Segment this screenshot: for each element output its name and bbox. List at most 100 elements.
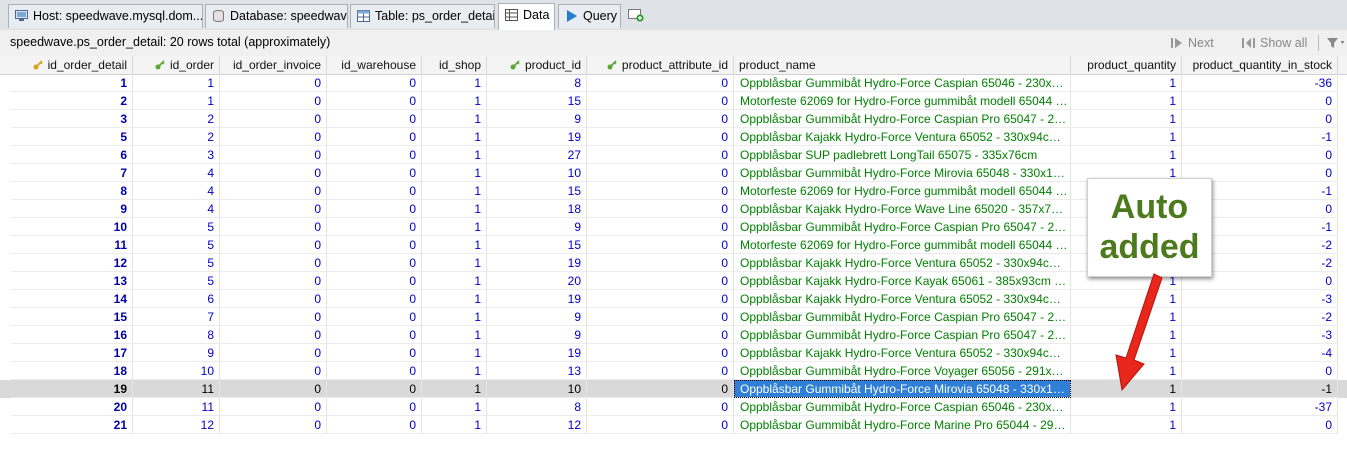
col-id-order-detail-header[interactable]: id_order_detail [11, 56, 133, 74]
product-id-cell[interactable]: 8 [487, 398, 587, 416]
id-order-cell[interactable]: 12 [133, 416, 220, 434]
product-id-cell[interactable]: 19 [487, 128, 587, 146]
id-order-cell[interactable]: 1 [133, 74, 220, 92]
id-order-detail-cell[interactable]: 20 [11, 398, 133, 416]
col-id-warehouse-header[interactable]: id_warehouse [327, 56, 422, 74]
product-quantity-in-stock-cell[interactable]: -36 [1182, 74, 1338, 92]
product-attribute-id-cell[interactable]: 0 [587, 200, 734, 218]
product-id-cell[interactable]: 13 [487, 362, 587, 380]
id-shop-cell[interactable]: 1 [422, 380, 487, 398]
id-order-cell[interactable]: 11 [133, 398, 220, 416]
product-attribute-id-cell[interactable]: 0 [587, 164, 734, 182]
id-shop-cell[interactable]: 1 [422, 146, 487, 164]
id-warehouse-cell[interactable]: 0 [327, 272, 422, 290]
show-all-button[interactable]: Show all [1242, 33, 1307, 53]
id-order-detail-cell[interactable]: 13 [11, 272, 133, 290]
table-row[interactable]: 2 1 0 0 1 15 0 Motorfeste 62069 for Hydro-Force… [0, 92, 1347, 110]
table-row[interactable]: 6 3 0 0 1 27 0 Oppblåsbar SUP padlebrett LongTa… [0, 146, 1347, 164]
product-name-cell[interactable]: Oppblåsbar Gummibåt Hydro-Force Mirovia … [734, 380, 1071, 398]
id-order-cell[interactable]: 3 [133, 146, 220, 164]
id-order-invoice-cell[interactable]: 0 [220, 164, 327, 182]
product-attribute-id-cell[interactable]: 0 [587, 146, 734, 164]
table-row[interactable]: 3 2 0 0 1 9 0 Oppblåsbar Gummibåt Hydro-Force C… [0, 110, 1347, 128]
product-name-cell[interactable]: Oppblåsbar Kajakk Hydro-Force Kayak 6506… [734, 272, 1071, 290]
id-warehouse-cell[interactable]: 0 [327, 146, 422, 164]
id-warehouse-cell[interactable]: 0 [327, 308, 422, 326]
id-shop-cell[interactable]: 1 [422, 74, 487, 92]
product-name-cell[interactable]: Motorfeste 62069 for Hydro-Force gummibå… [734, 92, 1071, 110]
id-order-cell[interactable]: 5 [133, 218, 220, 236]
id-order-invoice-cell[interactable]: 0 [220, 272, 327, 290]
product-attribute-id-cell[interactable]: 0 [587, 74, 734, 92]
id-order-invoice-cell[interactable]: 0 [220, 398, 327, 416]
col-id-order-invoice-header[interactable]: id_order_invoice [220, 56, 327, 74]
id-order-invoice-cell[interactable]: 0 [220, 92, 327, 110]
id-order-cell[interactable]: 5 [133, 254, 220, 272]
tab-data[interactable]: Data [498, 3, 555, 30]
id-warehouse-cell[interactable]: 0 [327, 92, 422, 110]
id-shop-cell[interactable]: 1 [422, 308, 487, 326]
product-id-cell[interactable]: 8 [487, 74, 587, 92]
id-order-cell[interactable]: 11 [133, 380, 220, 398]
id-order-invoice-cell[interactable]: 0 [220, 218, 327, 236]
id-order-detail-cell[interactable]: 14 [11, 290, 133, 308]
id-order-detail-cell[interactable]: 11 [11, 236, 133, 254]
product-id-cell[interactable]: 9 [487, 326, 587, 344]
id-order-detail-cell[interactable]: 19 [11, 380, 133, 398]
id-order-detail-cell[interactable]: 16 [11, 326, 133, 344]
col-product-attribute-id-header[interactable]: product_attribute_id [587, 56, 734, 74]
id-warehouse-cell[interactable]: 0 [327, 416, 422, 434]
product-name-cell[interactable]: Oppblåsbar Gummibåt Hydro-Force Caspian … [734, 110, 1071, 128]
id-warehouse-cell[interactable]: 0 [327, 164, 422, 182]
product-attribute-id-cell[interactable]: 0 [587, 308, 734, 326]
product-id-cell[interactable]: 15 [487, 92, 587, 110]
id-order-cell[interactable]: 2 [133, 110, 220, 128]
product-attribute-id-cell[interactable]: 0 [587, 110, 734, 128]
product-quantity-cell[interactable]: 1 [1071, 398, 1182, 416]
product-name-cell[interactable]: Oppblåsbar Gummibåt Hydro-Force Caspian … [734, 398, 1071, 416]
product-attribute-id-cell[interactable]: 0 [587, 92, 734, 110]
id-order-cell[interactable]: 9 [133, 344, 220, 362]
id-order-detail-cell[interactable]: 3 [11, 110, 133, 128]
id-order-cell[interactable]: 1 [133, 92, 220, 110]
product-name-cell[interactable]: Oppblåsbar Gummibåt Hydro-Force Caspian … [734, 326, 1071, 344]
id-order-cell[interactable]: 5 [133, 236, 220, 254]
id-warehouse-cell[interactable]: 0 [327, 380, 422, 398]
product-name-cell[interactable]: Oppblåsbar Gummibåt Hydro-Force Caspian … [734, 218, 1071, 236]
id-order-invoice-cell[interactable]: 0 [220, 290, 327, 308]
product-quantity-in-stock-cell[interactable]: -37 [1182, 398, 1338, 416]
id-shop-cell[interactable]: 1 [422, 200, 487, 218]
product-quantity-in-stock-cell[interactable]: 0 [1182, 146, 1338, 164]
product-quantity-cell[interactable]: 1 [1071, 146, 1182, 164]
product-attribute-id-cell[interactable]: 0 [587, 380, 734, 398]
product-quantity-in-stock-cell[interactable]: -3 [1182, 290, 1338, 308]
id-order-invoice-cell[interactable]: 0 [220, 236, 327, 254]
id-order-cell[interactable]: 6 [133, 290, 220, 308]
product-name-cell[interactable]: Oppblåsbar Kajakk Hydro-Force Ventura 65… [734, 254, 1071, 272]
id-warehouse-cell[interactable]: 0 [327, 218, 422, 236]
tab-host[interactable]: Host: speedwave.mysql.dom... [8, 4, 203, 28]
product-quantity-in-stock-cell[interactable]: -1 [1182, 128, 1338, 146]
id-warehouse-cell[interactable]: 0 [327, 254, 422, 272]
product-name-cell[interactable]: Oppblåsbar Kajakk Hydro-Force Ventura 65… [734, 128, 1071, 146]
id-order-detail-cell[interactable]: 2 [11, 92, 133, 110]
id-order-invoice-cell[interactable]: 0 [220, 308, 327, 326]
id-warehouse-cell[interactable]: 0 [327, 326, 422, 344]
id-order-detail-cell[interactable]: 21 [11, 416, 133, 434]
id-shop-cell[interactable]: 1 [422, 254, 487, 272]
product-attribute-id-cell[interactable]: 0 [587, 128, 734, 146]
id-order-detail-cell[interactable]: 8 [11, 182, 133, 200]
product-quantity-cell[interactable]: 1 [1071, 110, 1182, 128]
id-shop-cell[interactable]: 1 [422, 362, 487, 380]
product-quantity-cell[interactable]: 1 [1071, 416, 1182, 434]
id-warehouse-cell[interactable]: 0 [327, 362, 422, 380]
table-row[interactable]: 5 2 0 0 1 19 0 Oppblåsbar Kajakk Hydro-Force Ve… [0, 128, 1347, 146]
id-warehouse-cell[interactable]: 0 [327, 74, 422, 92]
col-product-quantity-in-stock-header[interactable]: product_quantity_in_stock [1182, 56, 1338, 74]
product-name-cell[interactable]: Oppblåsbar SUP padlebrett LongTail 65075… [734, 146, 1071, 164]
id-shop-cell[interactable]: 1 [422, 164, 487, 182]
product-name-cell[interactable]: Oppblåsbar Gummibåt Hydro-Force Mirovia … [734, 164, 1071, 182]
product-attribute-id-cell[interactable]: 0 [587, 272, 734, 290]
id-order-invoice-cell[interactable]: 0 [220, 200, 327, 218]
product-attribute-id-cell[interactable]: 0 [587, 398, 734, 416]
